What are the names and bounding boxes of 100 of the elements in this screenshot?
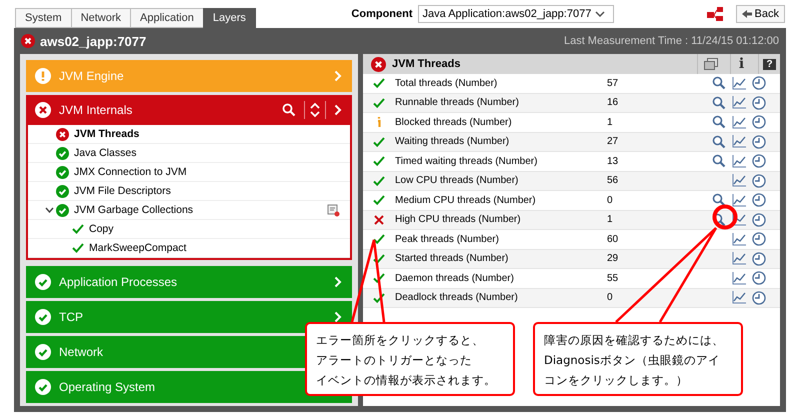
measure-value: 27: [607, 136, 620, 148]
measure-value: 57: [607, 78, 620, 89]
measure-value: 60: [607, 234, 620, 245]
status-icon: [35, 309, 51, 325]
server-name: aws02_japp:7077: [40, 34, 146, 48]
history-icon[interactable]: [752, 115, 766, 130]
status-icon: [35, 379, 51, 395]
back-button[interactable]: Back: [736, 5, 785, 23]
test-title: JVM Threads: [392, 58, 462, 70]
measure-name: Started threads (Number): [395, 253, 510, 264]
measure-row[interactable]: High CPU threads (Number) 1: [363, 210, 780, 230]
measure-row[interactable]: Runnable threads (Number) 16: [363, 94, 780, 113]
chevron-icon[interactable]: [334, 276, 342, 288]
measure-value: 1: [607, 214, 614, 226]
search-icon[interactable]: [712, 96, 726, 110]
history-icon[interactable]: [752, 154, 766, 168]
tab[interactable]: Layers: [202, 8, 256, 28]
graph-icon[interactable]: [732, 194, 746, 207]
measure-value: 16: [607, 97, 620, 108]
history-icon[interactable]: [752, 271, 766, 286]
history-icon[interactable]: [752, 212, 766, 227]
layer-header[interactable]: JVM Internals: [26, 95, 352, 125]
tree-item[interactable]: JVM File Descriptors: [28, 182, 350, 201]
graph-icon[interactable]: [732, 232, 746, 246]
measure-name: Total threads (Number): [395, 78, 498, 89]
search-icon[interactable]: [712, 134, 726, 149]
search-icon[interactable]: [712, 193, 726, 208]
graph-icon[interactable]: [732, 272, 746, 285]
status-icon: [35, 102, 51, 118]
measure-name: High CPU threads (Number): [395, 214, 522, 226]
tree-item[interactable]: Copy: [28, 220, 350, 239]
history-icon[interactable]: [752, 290, 766, 305]
measure-value: 0: [607, 292, 614, 304]
history-icon[interactable]: [752, 134, 766, 149]
status-icon: [35, 274, 51, 290]
search-icon[interactable]: [712, 154, 726, 168]
measure-name: Peak threads (Number): [395, 234, 500, 245]
search-icon[interactable]: [712, 76, 726, 90]
measure-row[interactable]: Deadlock threads (Number) 0: [363, 288, 780, 308]
info-button[interactable]: i: [730, 54, 752, 74]
graph-icon[interactable]: [732, 135, 746, 148]
measure-value: 55: [607, 272, 620, 284]
component-select[interactable]: Java Application:aws02_japp:7077: [418, 5, 614, 23]
measure-name: Low CPU threads (Number): [395, 175, 520, 186]
measure-name: Deadlock threads (Number): [395, 292, 519, 304]
graph-icon[interactable]: [732, 174, 746, 188]
history-icon[interactable]: [752, 76, 766, 90]
measure-name: Medium CPU threads (Number): [395, 194, 537, 206]
measure-name: Blocked threads (Number): [395, 116, 513, 128]
history-icon[interactable]: [752, 232, 766, 246]
tree-item[interactable]: Java Classes: [28, 144, 350, 163]
expand-collapse-icon[interactable]: [304, 101, 326, 119]
tree-item[interactable]: JVM Threads: [28, 125, 350, 144]
measure-value: 13: [607, 156, 620, 167]
measurement-time: Last Measurement Time : 11/24/15 01:12:00: [564, 35, 779, 47]
graph-icon[interactable]: [732, 96, 746, 110]
arrow-icon: [742, 10, 752, 18]
measure-name: Runnable threads (Number): [395, 97, 520, 108]
layer-header[interactable]: TCP: [26, 301, 352, 333]
measure-name: Timed waiting threads (Number): [395, 156, 538, 167]
graph-icon[interactable]: [732, 76, 746, 90]
history-icon[interactable]: [752, 193, 766, 208]
tree-item[interactable]: JVM Garbage Collections: [28, 201, 350, 220]
tab[interactable]: System: [15, 8, 71, 28]
measure-value: 29: [607, 253, 620, 264]
config-icon[interactable]: [327, 204, 340, 216]
status-icon: [35, 68, 51, 84]
help-button[interactable]: ?: [758, 54, 780, 74]
tab[interactable]: Network: [70, 8, 130, 28]
graph-icon[interactable]: [732, 291, 746, 304]
graph-icon[interactable]: [732, 252, 746, 266]
measure-row[interactable]: Started threads (Number) 29: [363, 250, 780, 269]
history-icon[interactable]: [752, 96, 766, 110]
annotation-tooltip: エラー箇所をクリックすると、 アラートのトリガーとなった イベントの情報が表示されます。: [305, 322, 515, 396]
tree-item[interactable]: MarkSweepCompact: [28, 239, 350, 258]
history-icon[interactable]: [752, 252, 766, 266]
tab[interactable]: Application: [130, 8, 203, 28]
annotation-tooltip: 障害の原因を確認するためには、 Diagnosisボタン（虫眼鏡のアイ コンをクリックします。）: [533, 322, 743, 396]
measure-value: 1: [607, 116, 614, 128]
layer-header[interactable]: Application Processes: [26, 266, 352, 298]
topology-icon[interactable]: [706, 6, 724, 22]
highlight-circle: [712, 204, 738, 230]
measure-name: Waiting threads (Number): [395, 136, 510, 148]
graph-icon[interactable]: [732, 154, 746, 168]
tree-item[interactable]: JMX Connection to JVM: [28, 163, 350, 182]
component-label: Component: [351, 8, 413, 20]
status-icon: [35, 344, 51, 360]
measure-row[interactable]: Waiting threads (Number) 27: [363, 132, 780, 152]
caret-icon[interactable]: [45, 207, 54, 213]
measure-name: Daemon threads (Number): [395, 272, 515, 284]
search-icon[interactable]: [712, 115, 726, 130]
graph-icon[interactable]: [732, 213, 746, 226]
search-icon[interactable]: [282, 103, 296, 117]
chevron-icon[interactable]: [334, 104, 342, 116]
chevron-icon[interactable]: [334, 311, 342, 323]
measure-value: 0: [607, 194, 614, 206]
measure-row[interactable]: Low CPU threads (Number) 56: [363, 172, 780, 191]
caret-icon: [594, 11, 605, 17]
graph-icon[interactable]: [732, 116, 746, 129]
history-icon[interactable]: [752, 174, 766, 188]
